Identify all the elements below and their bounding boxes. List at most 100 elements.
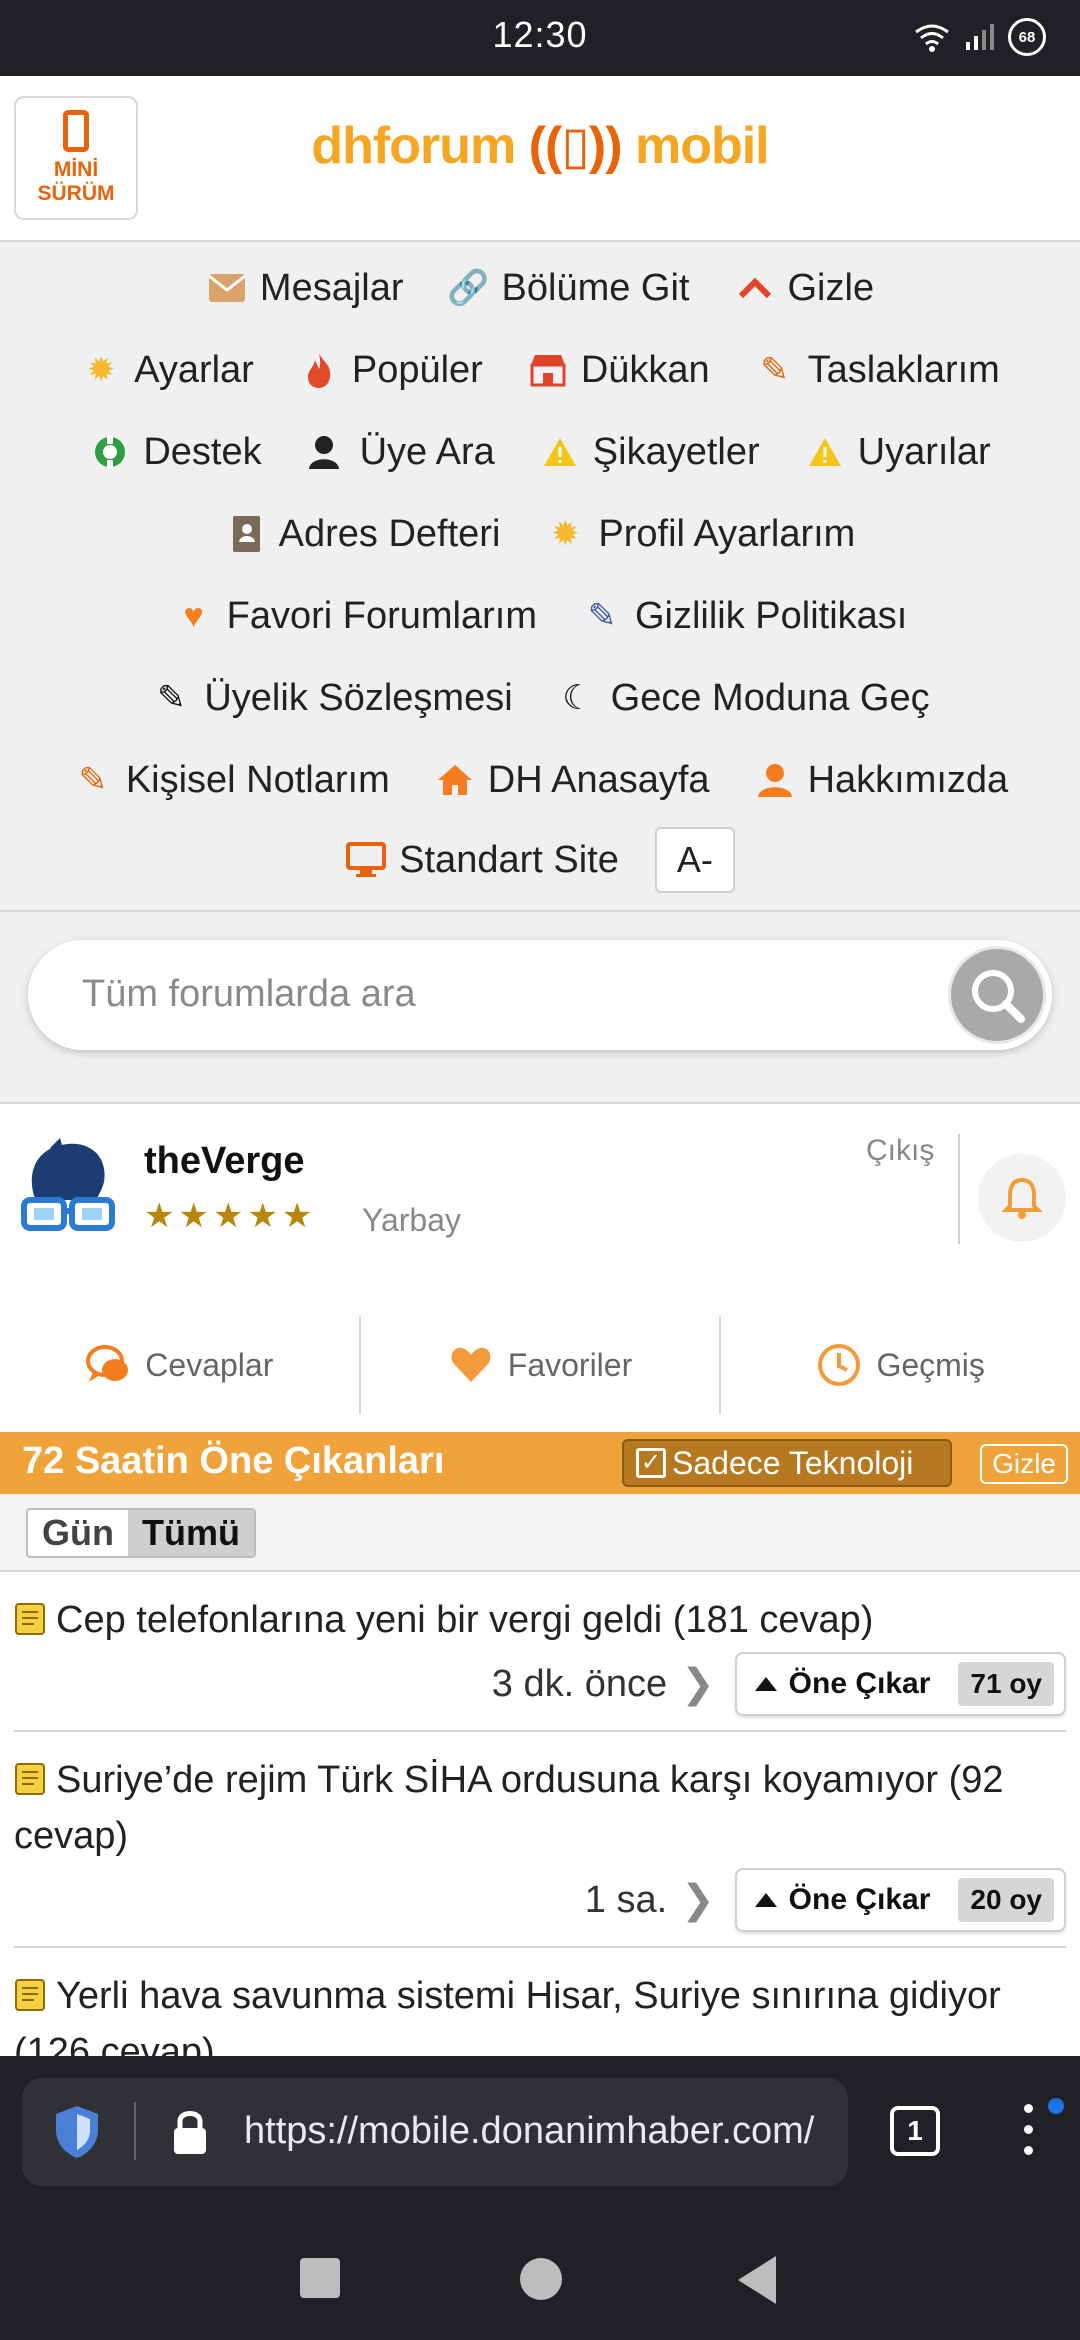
menu-label: Gece Moduna Geç	[610, 676, 930, 719]
menu-item-address-book[interactable]: Adres Defteri	[225, 513, 500, 556]
url-text[interactable]: https://mobile.donanimhaber.com/	[244, 2110, 814, 2153]
menu-row: Mesajlar 🔗 Bölüme Git Gizle	[0, 258, 1080, 318]
tab-favorites[interactable]: Favoriler	[361, 1316, 722, 1414]
menu-item-popular[interactable]: Popüler	[298, 349, 483, 392]
menu-item-member-search[interactable]: Üye Ara	[306, 431, 495, 474]
phone-wave-icon: ((▯))	[528, 117, 635, 175]
chevron-right-icon[interactable]: ❯	[681, 1661, 715, 1707]
list-item: Cep telefonlarına yeni bir vergi geldi (…	[14, 1572, 1066, 1732]
menu-item-privacy-policy[interactable]: ✎ Gizlilik Politikası	[581, 595, 908, 638]
user-tabs: Cevaplar Favoriler Geçmiş	[0, 1308, 1080, 1432]
topic-icon	[15, 1979, 45, 2011]
avatar[interactable]	[20, 1138, 116, 1248]
menu-label: Destek	[143, 430, 262, 473]
logout-link[interactable]: Çıkış	[866, 1134, 934, 1168]
menu-label: Dükkan	[580, 348, 710, 391]
upvote-button[interactable]: Öne Çıkar 71 oy	[734, 1652, 1066, 1716]
menu-item-go-to-section[interactable]: 🔗 Bölüme Git	[447, 267, 689, 310]
hide-highlights-button[interactable]: Gizle	[980, 1444, 1068, 1484]
triangle-up-icon	[754, 1893, 777, 1907]
chevron-right-icon[interactable]: ❯	[681, 1877, 715, 1923]
notifications-button[interactable]	[978, 1154, 1066, 1242]
store-icon	[527, 349, 569, 391]
menu-item-complaints[interactable]: Şikayetler	[539, 431, 760, 474]
divider	[134, 2102, 136, 2160]
period-toggle-bar: Gün Tümü	[0, 1494, 1080, 1572]
menu-item-messages[interactable]: Mesajlar	[206, 267, 404, 310]
tab-label: Cevaplar	[145, 1346, 274, 1383]
menu-label: Favori Forumlarım	[226, 594, 537, 637]
topic-title[interactable]: Yerli hava savunma sistemi Hisar, Suriye…	[14, 1968, 1066, 2056]
menu-item-favorite-forums[interactable]: ♥ Favori Forumlarım	[173, 595, 537, 638]
envelope-icon	[206, 267, 248, 309]
rank-stars: ★★★★★	[144, 1197, 317, 1235]
toggle-day[interactable]: Gün	[28, 1510, 128, 1556]
tab-history[interactable]: Geçmiş	[721, 1316, 1080, 1414]
heart-icon	[451, 1347, 491, 1382]
lock-icon	[174, 2111, 206, 2154]
highlights-header: 72 Saatin Öne Çıkanları ✓ Sadece Teknolo…	[0, 1432, 1080, 1494]
menu-label: Mesajlar	[259, 266, 404, 309]
vote-count: 71 oy	[958, 1662, 1054, 1706]
menu-item-about[interactable]: Hakkımızda	[754, 758, 1009, 802]
mini-label-line2: SÜRÜM	[37, 182, 115, 205]
topic-title[interactable]: Cep telefonlarına yeni bir vergi geldi (…	[14, 1592, 1066, 1648]
menu-item-store[interactable]: Dükkan	[527, 349, 710, 392]
highlights-title: 72 Saatin Öne Çıkanları	[22, 1440, 445, 1482]
menu-item-dh-home[interactable]: DH Anasayfa	[434, 759, 710, 802]
period-toggle: Gün Tümü	[26, 1508, 256, 1558]
back-button[interactable]	[738, 2256, 776, 2304]
menu-item-profile-settings[interactable]: ✹ Profil Ayarlarım	[544, 513, 855, 556]
search-button[interactable]	[948, 946, 1046, 1044]
topic-title[interactable]: Suriye’de rejim Türk SİHA ordusuna karşı…	[14, 1752, 1066, 1864]
menu-item-night-mode[interactable]: ☾ Gece Moduna Geç	[557, 676, 930, 720]
recents-button[interactable]	[300, 2258, 340, 2298]
chevron-up-icon	[734, 267, 776, 309]
topic-age[interactable]: 3 dk. önce	[492, 1663, 667, 1706]
menu-row: ✹ Ayarlar Popüler Dükkan ✎ Taslaklarım	[0, 340, 1080, 400]
bell-icon	[1002, 1177, 1042, 1219]
toggle-all[interactable]: Tümü	[127, 1510, 254, 1556]
menu-label: Şikayetler	[592, 430, 760, 473]
signal-icon	[966, 24, 994, 50]
tech-only-toggle[interactable]: ✓ Sadece Teknoloji	[622, 1439, 952, 1487]
menu-label: Ayarlar	[134, 348, 254, 391]
font-size-button[interactable]: A-	[654, 827, 735, 893]
tab-label: Favoriler	[507, 1346, 633, 1383]
upvote-button[interactable]: Öne Çıkar 20 oy	[734, 1868, 1066, 1932]
status-bar: 12:30 68	[0, 0, 1080, 76]
menu-item-settings[interactable]: ✹ Ayarlar	[80, 349, 254, 392]
gear-icon: ✹	[551, 515, 580, 553]
topic-icon	[15, 1763, 45, 1795]
site-header: MİNİ SÜRÜM dhforum ((▯)) mobil	[0, 76, 1080, 242]
topic-age[interactable]: 1 sa.	[585, 1879, 667, 1922]
menu-row: ✎ Üyelik Sözleşmesi ☾ Gece Moduna Geç	[0, 668, 1080, 728]
menu-item-hide[interactable]: Gizle	[734, 267, 874, 310]
main-menu: Mesajlar 🔗 Bölüme Git Gizle ✹ Ayarlar Po…	[0, 242, 1080, 912]
menu-item-standard-site[interactable]: Standart Site	[345, 839, 619, 882]
warning-icon	[539, 431, 581, 473]
username[interactable]: theVerge	[144, 1140, 305, 1183]
menu-label: Hakkımızda	[807, 758, 1009, 801]
browser-toolbar: https://mobile.donanimhaber.com/ 1	[0, 2056, 1080, 2208]
menu-label: Üyelik Sözleşmesi	[204, 676, 513, 719]
tab-replies[interactable]: Cevaplar	[0, 1316, 361, 1414]
menu-item-support[interactable]: Destek	[89, 430, 262, 474]
moon-icon: ☾	[562, 679, 593, 717]
menu-item-drafts[interactable]: ✎ Taslaklarım	[754, 349, 999, 392]
menu-item-warnings[interactable]: Uyarılar	[804, 431, 991, 474]
menu-item-personal-notes[interactable]: ✎ Kişisel Notlarım	[72, 759, 390, 802]
menu-label: Uyarılar	[857, 430, 991, 473]
more-options-icon[interactable]	[1024, 2104, 1034, 2160]
search-input[interactable]: Tüm forumlarda ara	[28, 940, 1052, 1050]
pencil-icon: ✎	[587, 597, 617, 635]
home-button[interactable]	[520, 2258, 562, 2300]
shield-icon[interactable]	[52, 2104, 102, 2160]
menu-item-membership-agreement[interactable]: ✎ Üyelik Sözleşmesi	[150, 676, 513, 720]
site-logo[interactable]: dhforum ((▯)) mobil	[0, 116, 1080, 176]
topic-meta: 1 sa. ❯ Öne Çıkar 20 oy	[14, 1868, 1066, 1932]
monitor-icon	[345, 839, 387, 881]
menu-row: Adres Defteri ✹ Profil Ayarlarım	[0, 504, 1080, 564]
address-bar[interactable]: https://mobile.donanimhaber.com/	[22, 2078, 848, 2186]
tab-switcher-button[interactable]: 1	[890, 2106, 940, 2156]
